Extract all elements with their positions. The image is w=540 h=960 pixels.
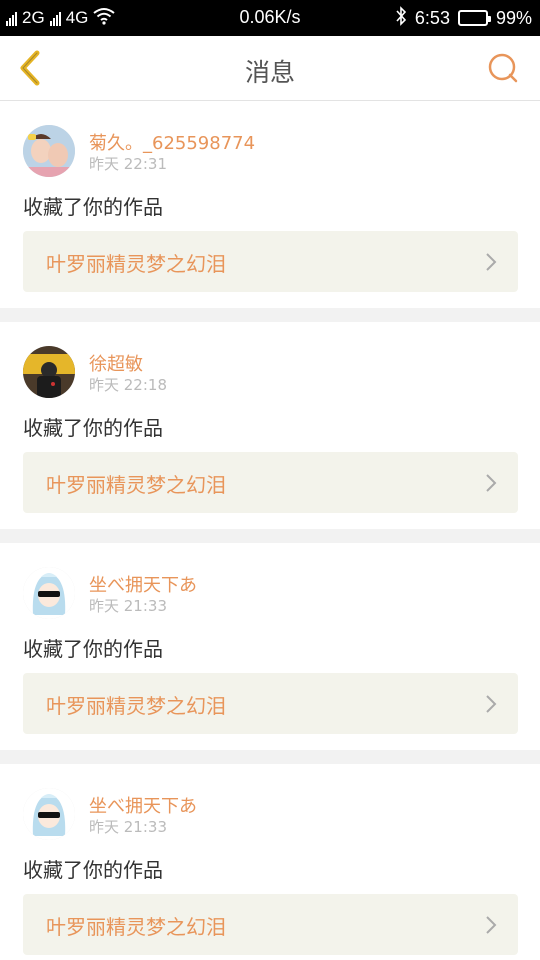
avatar[interactable] bbox=[23, 567, 75, 619]
work-title: 叶罗丽精灵梦之幻泪 bbox=[46, 473, 226, 497]
chevron-right-icon bbox=[486, 474, 497, 492]
message-time: 昨天 21:33 bbox=[89, 818, 167, 836]
avatar[interactable] bbox=[23, 346, 75, 398]
work-title: 叶罗丽精灵梦之幻泪 bbox=[46, 252, 226, 276]
clock: 6:53 bbox=[414, 7, 450, 28]
message-time: 昨天 22:31 bbox=[89, 155, 167, 173]
work-link[interactable]: 叶罗丽精灵梦之幻泪 bbox=[23, 452, 518, 513]
message-action: 收藏了你的作品 bbox=[23, 637, 163, 661]
status-bar: 2G 4G 0.06K/s 6:53 99% bbox=[0, 0, 540, 36]
divider bbox=[0, 529, 540, 543]
message-card: 菊久。_625598774 昨天 22:31 收藏了你的作品 叶罗丽精灵梦之幻泪 bbox=[0, 101, 540, 308]
avatar[interactable] bbox=[23, 788, 75, 840]
page-title: 消息 bbox=[244, 58, 295, 87]
message-time: 昨天 22:18 bbox=[89, 376, 167, 394]
chevron-right-icon bbox=[486, 916, 497, 934]
work-link[interactable]: 叶罗丽精灵梦之幻泪 bbox=[23, 673, 518, 734]
message-action: 收藏了你的作品 bbox=[23, 858, 163, 882]
username[interactable]: 徐超敏 bbox=[89, 350, 143, 376]
divider bbox=[0, 750, 540, 764]
work-title: 叶罗丽精灵梦之幻泪 bbox=[46, 694, 226, 718]
message-card: 坐べ拥天下あ 昨天 21:33 收藏了你的作品 叶罗丽精灵梦之幻泪 bbox=[0, 764, 540, 960]
search-icon bbox=[488, 53, 518, 83]
work-link[interactable]: 叶罗丽精灵梦之幻泪 bbox=[23, 231, 518, 292]
message-time: 昨天 21:33 bbox=[89, 597, 167, 615]
divider bbox=[0, 308, 540, 322]
chevron-right-icon bbox=[486, 253, 497, 271]
status-right: 6:53 99% bbox=[395, 5, 532, 31]
battery-icon bbox=[457, 10, 491, 26]
chevron-right-icon bbox=[486, 695, 497, 713]
message-card: 徐超敏 昨天 22:18 收藏了你的作品 叶罗丽精灵梦之幻泪 bbox=[0, 322, 540, 529]
message-action: 收藏了你的作品 bbox=[23, 195, 163, 219]
message-list: 菊久。_625598774 昨天 22:31 收藏了你的作品 叶罗丽精灵梦之幻泪… bbox=[0, 101, 540, 960]
search-button[interactable] bbox=[486, 51, 520, 85]
message-card: 坐べ拥天下あ 昨天 21:33 收藏了你的作品 叶罗丽精灵梦之幻泪 bbox=[0, 543, 540, 750]
username[interactable]: 菊久。_625598774 bbox=[89, 129, 255, 155]
avatar[interactable] bbox=[23, 125, 75, 177]
message-action: 收藏了你的作品 bbox=[23, 416, 163, 440]
username[interactable]: 坐べ拥天下あ bbox=[89, 792, 197, 818]
header: 消息 bbox=[0, 36, 540, 101]
work-title: 叶罗丽精灵梦之幻泪 bbox=[46, 915, 226, 939]
battery-percent: 99% bbox=[495, 7, 532, 28]
work-link[interactable]: 叶罗丽精灵梦之幻泪 bbox=[23, 894, 518, 955]
username[interactable]: 坐べ拥天下あ bbox=[89, 571, 197, 597]
bluetooth-icon bbox=[395, 5, 407, 31]
